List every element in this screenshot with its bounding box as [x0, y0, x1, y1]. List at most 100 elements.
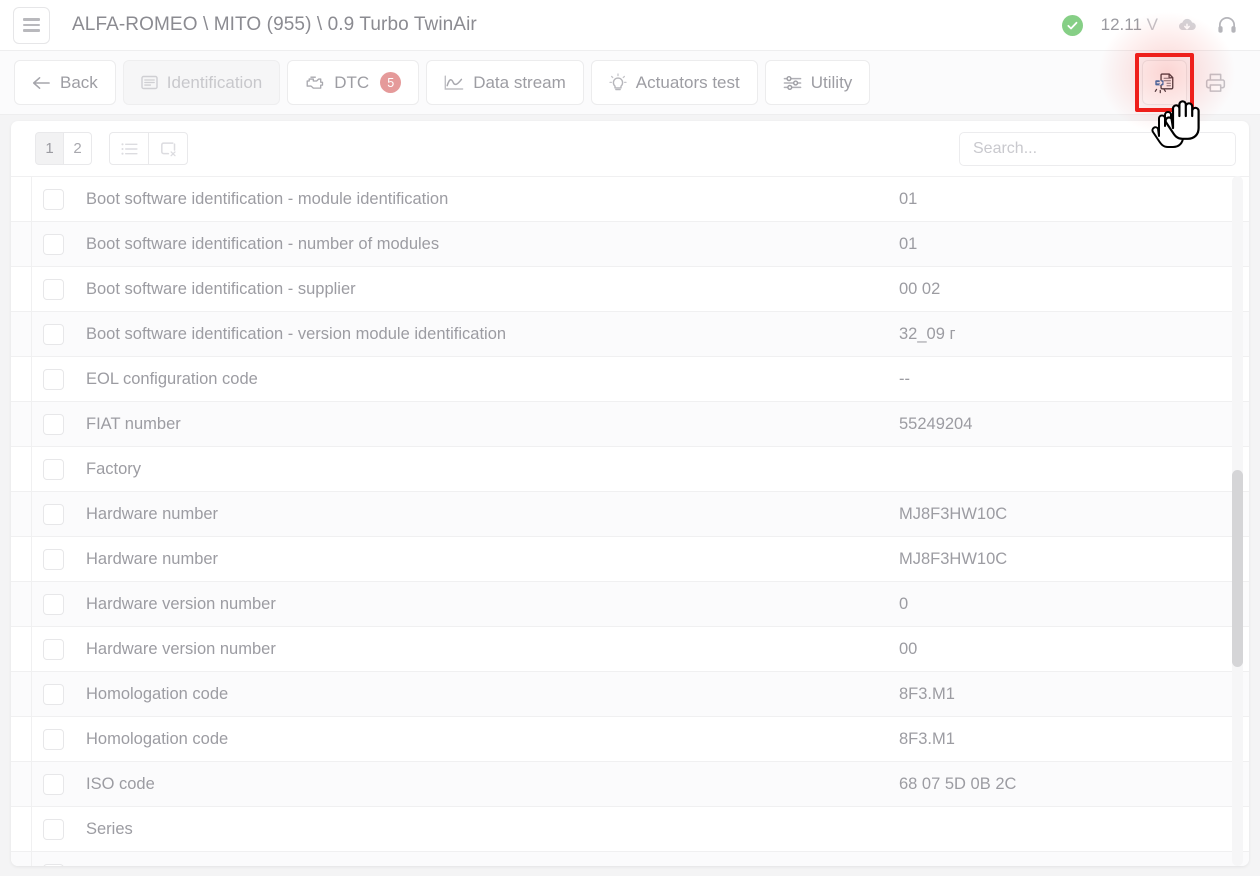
tab-back[interactable]: Back	[14, 60, 116, 105]
chart-line-icon	[444, 75, 464, 91]
parameter-name: Homologation code	[86, 685, 228, 704]
table-row[interactable]	[11, 851, 1249, 866]
tab-group: Back Identification DTC 5 Data stream	[0, 60, 870, 105]
table-row[interactable]: Boot software identification - version m…	[11, 311, 1249, 356]
menu-toggle-button[interactable]	[13, 7, 50, 44]
hamburger-icon-line	[23, 29, 40, 32]
table-row[interactable]: Boot software identification - number of…	[11, 221, 1249, 266]
row-checkbox[interactable]	[43, 324, 64, 345]
parameter-value: 68 07 5D 0B 2C	[899, 775, 1016, 794]
lightbulb-icon	[609, 73, 627, 92]
tab-dtc[interactable]: DTC 5	[287, 60, 419, 105]
parameter-name: Series	[86, 820, 133, 839]
row-divider	[31, 492, 32, 536]
row-checkbox[interactable]	[43, 234, 64, 255]
page-button-1[interactable]: 1	[35, 132, 64, 165]
row-checkbox[interactable]	[43, 459, 64, 480]
parameter-value: 8F3.M1	[899, 730, 955, 749]
hamburger-icon-line	[23, 18, 40, 21]
row-checkbox[interactable]	[43, 774, 64, 795]
print-button[interactable]	[1193, 60, 1238, 105]
parameter-list: Boot software identification - module id…	[11, 176, 1249, 866]
tab-data-stream[interactable]: Data stream	[426, 60, 584, 105]
table-row[interactable]: Boot software identification - module id…	[11, 176, 1249, 221]
row-divider	[31, 402, 32, 446]
tab-identification[interactable]: Identification	[123, 60, 280, 105]
cloud-download-icon[interactable]	[1176, 16, 1198, 34]
parameter-value: 32_09 г	[899, 325, 956, 344]
table-row[interactable]: ISO code 68 07 5D 0B 2C	[11, 761, 1249, 806]
export-report-button[interactable]	[1142, 60, 1187, 105]
parameter-name: Boot software identification - supplier	[86, 280, 356, 299]
table-row[interactable]: Hardware version number 00	[11, 626, 1249, 671]
row-divider	[31, 177, 32, 221]
row-checkbox[interactable]	[43, 819, 64, 840]
row-divider	[31, 852, 32, 866]
row-checkbox[interactable]	[43, 684, 64, 705]
parameter-name: Hardware version number	[86, 640, 276, 659]
list-view-button[interactable]	[109, 132, 149, 165]
parameter-name: Boot software identification - number of…	[86, 235, 439, 254]
table-row[interactable]: Factory	[11, 446, 1249, 491]
parameter-value: --	[899, 370, 910, 389]
parameter-name: EOL configuration code	[86, 370, 258, 389]
row-checkbox[interactable]	[43, 504, 64, 525]
top-bar: ALFA-ROMEO \ MITO (955) \ 0.9 Turbo Twin…	[0, 0, 1260, 51]
table-row[interactable]: EOL configuration code --	[11, 356, 1249, 401]
tab-label: DTC	[334, 73, 369, 93]
sliders-icon	[783, 75, 802, 91]
table-row[interactable]: Hardware version number0	[11, 581, 1249, 626]
tab-actuators-test[interactable]: Actuators test	[591, 60, 758, 105]
tab-label: Identification	[167, 73, 262, 93]
parameter-value: 00 02	[899, 280, 940, 299]
engine-icon	[305, 75, 325, 90]
hamburger-icon-line	[23, 24, 40, 27]
table-row[interactable]: Hardware numberMJ8F3HW10C	[11, 491, 1249, 536]
row-checkbox[interactable]	[43, 639, 64, 660]
row-checkbox[interactable]	[43, 369, 64, 390]
page-button-2[interactable]: 2	[63, 132, 92, 165]
parameter-name: Boot software identification - module id…	[86, 190, 448, 209]
row-divider	[31, 582, 32, 626]
headset-icon[interactable]	[1216, 14, 1238, 36]
tab-utility[interactable]: Utility	[765, 60, 871, 105]
row-checkbox[interactable]	[43, 279, 64, 300]
toolbar-actions	[1142, 60, 1260, 105]
row-divider	[31, 627, 32, 671]
row-divider	[31, 717, 32, 761]
row-checkbox[interactable]	[43, 414, 64, 435]
parameter-value: 00	[899, 640, 917, 659]
table-row[interactable]: FIAT number55249204	[11, 401, 1249, 446]
parameter-value: MJ8F3HW10C	[899, 505, 1007, 524]
parameter-value: 8F3.M1	[899, 685, 955, 704]
table-row[interactable]: Boot software identification - supplier 0…	[11, 266, 1249, 311]
clear-selection-button[interactable]	[148, 132, 188, 165]
pagination: 1 2	[35, 132, 92, 165]
table-row[interactable]: Homologation code 8F3.M1	[11, 671, 1249, 716]
table-row[interactable]: Hardware numberMJ8F3HW10C	[11, 536, 1249, 581]
voltage-unit: V	[1147, 15, 1158, 34]
breadcrumb: ALFA-ROMEO \ MITO (955) \ 0.9 Turbo Twin…	[72, 14, 477, 36]
row-checkbox[interactable]	[43, 189, 64, 210]
row-divider	[31, 267, 32, 311]
check-circle-icon	[1062, 15, 1083, 36]
table-row[interactable]: Series	[11, 806, 1249, 851]
row-checkbox[interactable]	[43, 864, 64, 867]
search-input[interactable]	[959, 132, 1236, 166]
parameter-value: MJ8F3HW10C	[899, 550, 1007, 569]
list-scrollbar-thumb[interactable]	[1232, 470, 1243, 667]
parameter-name: Homologation code	[86, 730, 228, 749]
row-checkbox[interactable]	[43, 729, 64, 750]
parameter-value: 01	[899, 235, 917, 254]
battery-voltage: 12.11 V	[1101, 15, 1158, 35]
row-divider	[31, 222, 32, 266]
parameter-name: Boot software identification - version m…	[86, 325, 506, 344]
identification-icon	[141, 75, 158, 90]
row-checkbox[interactable]	[43, 594, 64, 615]
row-checkbox[interactable]	[43, 549, 64, 570]
tab-label: Back	[60, 73, 98, 93]
row-divider	[31, 357, 32, 401]
row-divider	[31, 312, 32, 356]
table-row[interactable]: Homologation code 8F3.M1	[11, 716, 1249, 761]
parameter-name: ISO code	[86, 775, 155, 794]
